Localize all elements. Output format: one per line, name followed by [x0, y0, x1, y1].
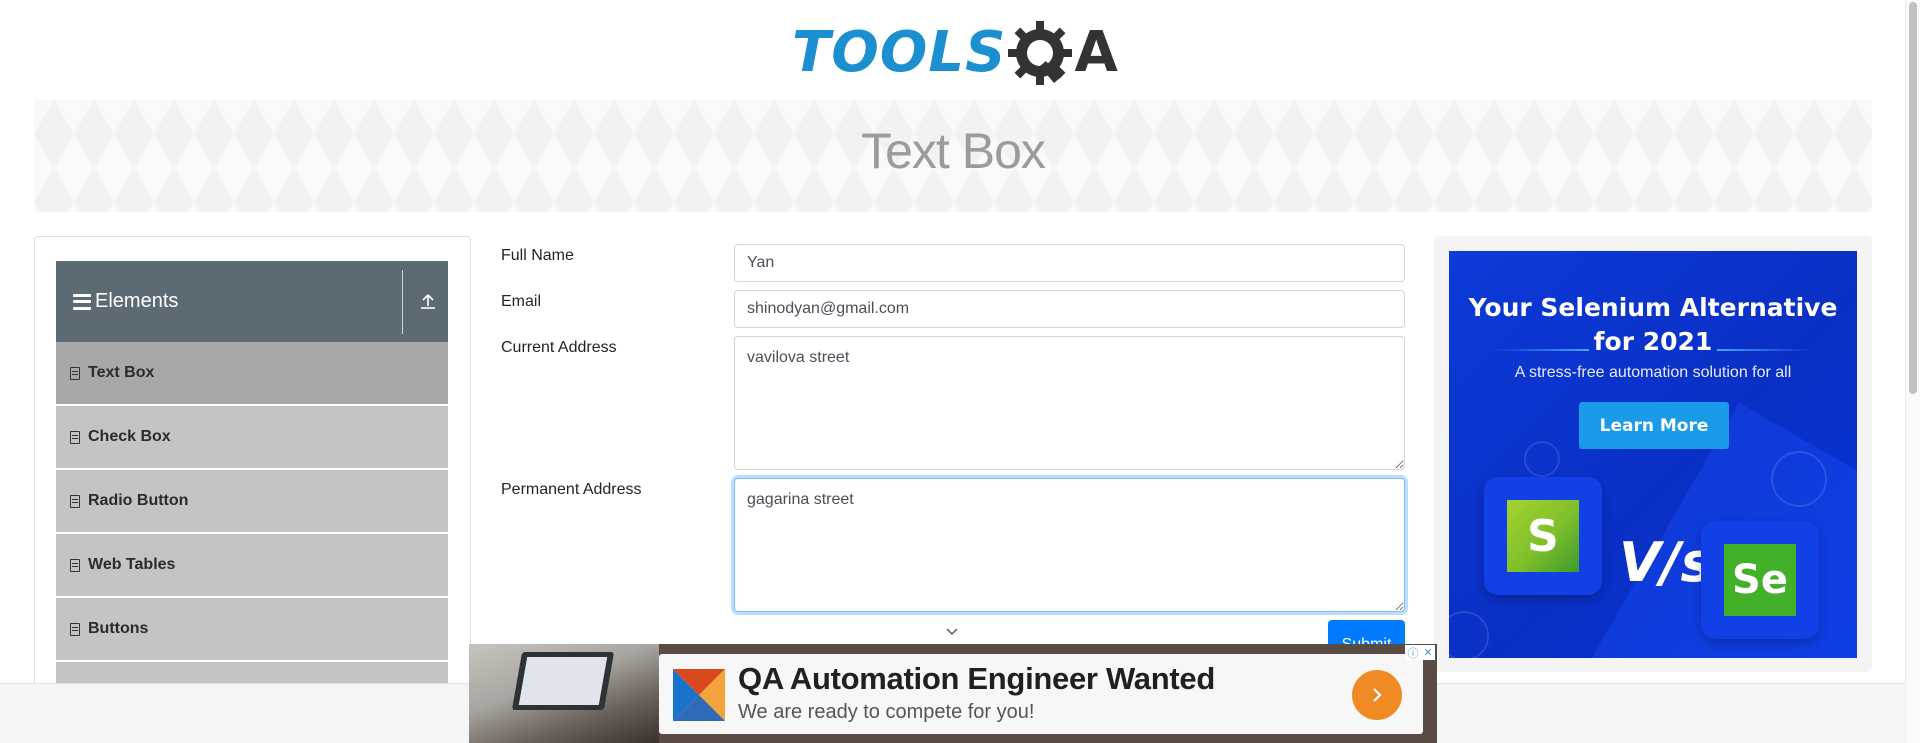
ad-brand-logo: [673, 669, 725, 721]
sidebar-menu-list: Text Box Check Box Radio Button Web Tabl…: [56, 342, 448, 726]
decor-clock-icon: [1524, 441, 1560, 477]
email-input[interactable]: [734, 290, 1405, 328]
selenium-logo-box: Se: [1701, 521, 1819, 639]
hamburger-icon: [73, 293, 91, 310]
ad-info-icon: ⓘ: [1407, 647, 1419, 660]
sidebar-panel: Elements Text Box Check Box Radio Button: [34, 236, 471, 743]
full-name-input[interactable]: [734, 244, 1405, 282]
ad-subtitle: We are ready to compete for you!: [738, 701, 1035, 723]
document-icon: [70, 494, 80, 508]
document-icon: [70, 430, 80, 444]
email-label: Email: [501, 293, 542, 310]
ad-photo-laptop: [469, 644, 659, 743]
bottom-ad-banner[interactable]: QA Automation Engineer Wanted We are rea…: [469, 644, 1437, 743]
permanent-address-label: Permanent Address: [501, 481, 642, 498]
current-address-textarea[interactable]: vavilova street: [734, 336, 1405, 470]
selenium-logo-icon: Se: [1724, 544, 1796, 616]
upload-arrow-icon[interactable]: [418, 291, 438, 311]
sidebar-item-label: Check Box: [88, 428, 171, 445]
toolsqa-logo[interactable]: TOOLS A: [792, 16, 1118, 90]
full-name-label: Full Name: [501, 247, 574, 264]
katalon-logo-box: S: [1484, 477, 1602, 595]
document-icon: [70, 366, 80, 380]
sidebar-item-label: Web Tables: [88, 556, 176, 573]
right-ad-banner[interactable]: Your Selenium Alternative for 2021 A str…: [1449, 251, 1857, 658]
chevron-down-icon[interactable]: [944, 624, 960, 640]
ad-close-icon[interactable]: ✕: [1423, 646, 1432, 659]
header-divider: [402, 270, 403, 334]
page-title: Text Box: [861, 123, 1046, 179]
sidebar-item-radio-button[interactable]: Radio Button: [56, 470, 448, 532]
ad-headline-underline-left: [1494, 349, 1589, 351]
sidebar-item-label: Text Box: [88, 364, 155, 381]
versus-text: V/s: [1619, 531, 1713, 594]
page-banner: Text Box: [34, 100, 1872, 212]
katalon-logo-icon: S: [1507, 500, 1579, 572]
sidebar-item-buttons[interactable]: Buttons: [56, 598, 448, 660]
permanent-address-textarea[interactable]: gagarina street: [734, 478, 1405, 612]
sidebar-item-label: Buttons: [88, 620, 149, 637]
sidebar-item-text-box[interactable]: Text Box: [56, 342, 448, 404]
ad-arrow-button[interactable]: [1352, 670, 1402, 720]
scrollbar-thumb[interactable]: [1909, 2, 1917, 394]
logo-text-a: A: [1074, 20, 1118, 85]
decor-code-icon: [1771, 451, 1827, 507]
document-icon: [70, 622, 80, 636]
page-scrollbar[interactable]: [1905, 0, 1920, 743]
chevron-right-icon: [1373, 688, 1382, 702]
gear-q-icon: [1008, 21, 1073, 85]
current-address-label: Current Address: [501, 339, 617, 356]
laptop-image: [511, 652, 615, 710]
sidebar-group-elements[interactable]: Elements: [56, 261, 448, 342]
sidebar-group-title: Elements: [95, 290, 179, 312]
logo-text-tools: TOOLS: [792, 20, 1007, 85]
page: TOOLS A Text Box Elements Text Box Check…: [0, 0, 1920, 743]
document-icon: [70, 558, 80, 572]
sidebar-item-label: Radio Button: [88, 492, 189, 509]
ad-choices-icon[interactable]: ⓘ ✕: [1405, 645, 1435, 660]
sidebar-item-check-box[interactable]: Check Box: [56, 406, 448, 468]
decor-image-icon: [1449, 611, 1489, 658]
ad-headline-underline-right: [1717, 349, 1812, 351]
ad-subline: A stress-free automation solution for al…: [1514, 364, 1792, 381]
ad-card[interactable]: QA Automation Engineer Wanted We are rea…: [659, 654, 1423, 734]
ad-title: QA Automation Engineer Wanted: [738, 661, 1215, 696]
sidebar-item-web-tables[interactable]: Web Tables: [56, 534, 448, 596]
learn-more-button[interactable]: Learn More: [1579, 402, 1729, 449]
